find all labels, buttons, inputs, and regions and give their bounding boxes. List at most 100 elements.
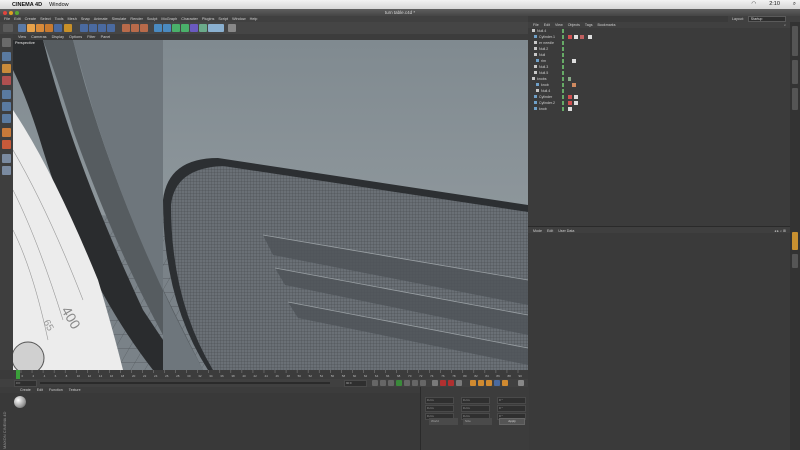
render-picture-viewer-icon[interactable] <box>131 24 139 32</box>
tab-attributes[interactable] <box>792 232 798 250</box>
key-param-icon[interactable] <box>494 380 500 386</box>
vp-menu-panel[interactable]: Panel <box>101 35 111 39</box>
live-select-icon[interactable] <box>18 24 26 32</box>
attr-menu-mode[interactable]: Mode <box>533 229 542 233</box>
material-tag-icon[interactable] <box>572 83 576 87</box>
om-menu-view[interactable]: View <box>555 23 563 27</box>
snap-icon[interactable] <box>2 140 11 149</box>
menu-render[interactable]: Render <box>130 17 142 21</box>
subdivision-icon[interactable] <box>172 24 180 32</box>
om-menu-edit[interactable]: Edit <box>544 23 550 27</box>
material-tag-icon[interactable] <box>568 101 572 105</box>
phong-tag-icon[interactable] <box>574 35 578 39</box>
record-icon[interactable] <box>440 380 446 386</box>
texture-tag-icon[interactable] <box>588 35 592 39</box>
lock-workplane-icon[interactable] <box>2 166 11 175</box>
om-menu-objects[interactable]: Objects <box>568 23 580 27</box>
zoom-button[interactable] <box>15 10 19 15</box>
vp-menu-display[interactable]: Display <box>52 35 64 39</box>
goto-start-icon[interactable] <box>372 380 378 386</box>
model-mode-icon[interactable] <box>2 52 11 61</box>
menu-sculpt[interactable]: Sculpt <box>147 17 158 21</box>
visibility-dots[interactable] <box>562 29 564 33</box>
menu-mograph[interactable]: MoGraph <box>161 17 177 21</box>
menu-mesh[interactable]: Mesh <box>68 17 77 21</box>
start-frame-field[interactable]: 0 F <box>14 380 37 387</box>
window-menu[interactable]: Window <box>49 2 69 8</box>
material-swatch[interactable] <box>14 396 26 408</box>
menu-character[interactable]: Character <box>181 17 198 21</box>
visibility-dots[interactable] <box>562 71 564 75</box>
edges-mode-icon[interactable] <box>2 102 11 111</box>
coordinate-system-dropdown[interactable]: World <box>429 418 458 425</box>
om-menu-bookmarks[interactable]: Bookmarks <box>598 23 616 27</box>
mat-menu-texture[interactable]: Texture <box>69 388 81 392</box>
vp-menu-cameras[interactable]: Cameras <box>31 35 46 39</box>
mat-menu-function[interactable]: Function <box>49 388 63 392</box>
material-tag-icon[interactable] <box>568 95 572 99</box>
size-mode-dropdown[interactable]: Size <box>463 418 492 425</box>
next-key-icon[interactable] <box>412 380 418 386</box>
playhead[interactable] <box>16 370 20 379</box>
visibility-dots[interactable] <box>562 107 564 111</box>
goto-end-icon[interactable] <box>420 380 426 386</box>
close-button[interactable] <box>3 10 7 15</box>
axis-icon[interactable] <box>64 24 72 32</box>
menu-tools[interactable]: Tools <box>55 17 64 21</box>
polygons-mode-icon[interactable] <box>2 114 11 123</box>
key-rotation-icon[interactable] <box>486 380 492 386</box>
play-icon[interactable] <box>396 380 402 386</box>
menu-select[interactable]: Select <box>40 17 51 21</box>
next-frame-icon[interactable] <box>404 380 410 386</box>
auto-key-icon[interactable] <box>448 380 454 386</box>
visibility-dots[interactable] <box>562 89 564 93</box>
key-position-icon[interactable] <box>470 380 476 386</box>
3d-viewport[interactable]: 400 65 Perspective <box>13 40 528 370</box>
pos-x-field[interactable]: 0 cm <box>425 397 454 404</box>
apply-button[interactable]: Apply <box>499 418 525 425</box>
floor-icon[interactable] <box>199 24 207 32</box>
visibility-dots[interactable] <box>562 77 564 81</box>
recent-tools-icon[interactable] <box>54 24 62 32</box>
minimize-button[interactable] <box>9 10 13 15</box>
x-axis-icon[interactable] <box>80 24 88 32</box>
attr-menu-userdata[interactable]: User Data <box>558 229 574 233</box>
material-tag-icon[interactable] <box>568 35 572 39</box>
wifi-icon[interactable]: ◠ <box>751 1 756 8</box>
visibility-dots[interactable] <box>562 41 564 45</box>
size-x-field[interactable]: 0 cm <box>461 397 490 404</box>
pos-y-field[interactable]: 0 cm <box>425 405 454 412</box>
menu-plugins[interactable]: Plugins <box>202 17 214 21</box>
mat-menu-create[interactable]: Create <box>20 388 31 392</box>
om-search-icon[interactable]: ⌕ <box>784 23 786 27</box>
visibility-dots[interactable] <box>562 83 564 87</box>
visibility-dots[interactable] <box>562 59 564 63</box>
prev-frame-icon[interactable] <box>388 380 394 386</box>
attr-nav-icons[interactable]: ◂ ▸ ⌕ ⊞ <box>774 229 786 233</box>
menu-script[interactable]: Script <box>218 17 228 21</box>
workplane-icon[interactable] <box>2 76 11 85</box>
visibility-dots[interactable] <box>562 101 564 105</box>
light-icon[interactable] <box>228 24 236 32</box>
texture-tag-icon[interactable] <box>568 107 572 111</box>
attr-menu-edit[interactable]: Edit <box>547 229 553 233</box>
prev-key-icon[interactable] <box>380 380 386 386</box>
visibility-dots[interactable] <box>562 65 564 69</box>
render-view-icon[interactable] <box>122 24 130 32</box>
scale-icon[interactable] <box>36 24 44 32</box>
tab-layers[interactable] <box>792 254 798 268</box>
material-tag-icon[interactable] <box>580 35 584 39</box>
menu-snap[interactable]: Snap <box>81 17 90 21</box>
tab-objects[interactable] <box>792 26 798 56</box>
array-icon[interactable] <box>181 24 189 32</box>
texture-tag-icon[interactable] <box>574 101 578 105</box>
pen-icon[interactable] <box>163 24 171 32</box>
menu-edit[interactable]: Edit <box>14 17 21 21</box>
enable-axis-icon[interactable] <box>2 128 11 137</box>
key-pla-icon[interactable] <box>502 380 508 386</box>
timeline-ruler[interactable]: 0 2 4 6 8 10 12 14 16 18 20 22 24 26 28 30 32 34 36 38 40 42 4… <box>13 370 528 379</box>
key-scale-icon[interactable] <box>478 380 484 386</box>
menu-create[interactable]: Create <box>25 17 36 21</box>
undo-icon[interactable] <box>3 24 13 32</box>
keyframe-selection-icon[interactable] <box>456 380 462 386</box>
